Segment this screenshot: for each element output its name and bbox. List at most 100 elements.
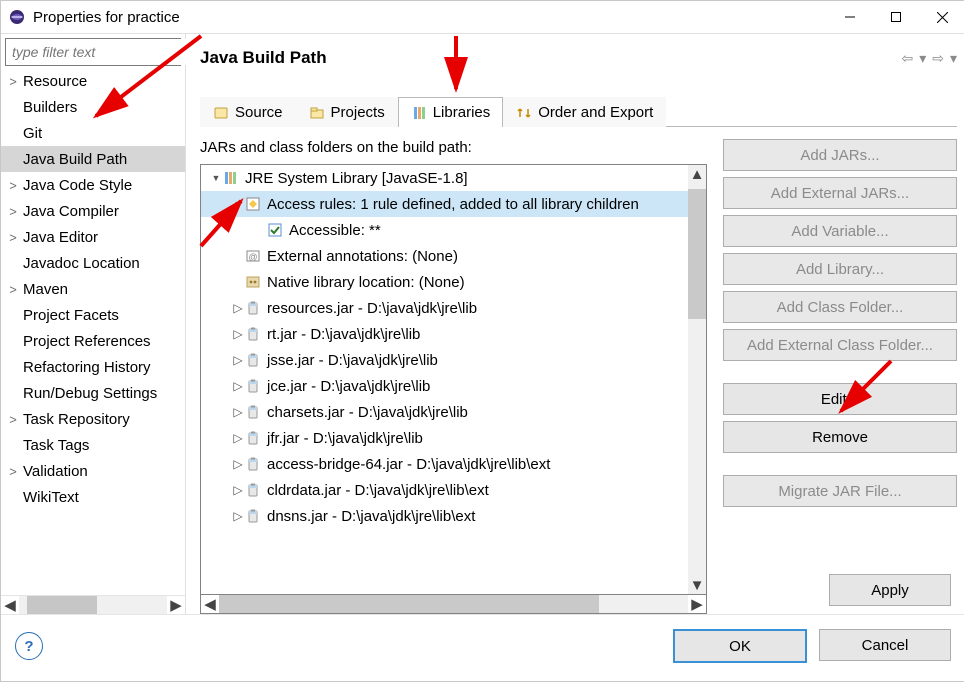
sidebar-item-label: Java Code Style [21, 177, 132, 194]
apply-button[interactable]: Apply [829, 574, 951, 606]
sidebar-item-label: Run/Debug Settings [21, 385, 157, 402]
tree-hscroll[interactable]: ◀ ▶ [200, 595, 707, 614]
ok-button[interactable]: OK [673, 629, 807, 663]
back-icon[interactable]: ⇦ [901, 50, 913, 67]
close-button[interactable] [919, 1, 964, 33]
scroll-up-icon[interactable]: ▲ [688, 165, 706, 183]
tree-caret-icon[interactable]: ▷ [231, 379, 245, 393]
hscroll-left-icon[interactable]: ◀ [201, 595, 219, 613]
hscroll-right-icon[interactable]: ▶ [688, 595, 706, 613]
jar-icon [245, 482, 261, 498]
sidebar-item-project-references[interactable]: Project References [1, 328, 185, 354]
scroll-right-icon[interactable]: ▶ [167, 596, 185, 614]
scroll-thumb[interactable] [27, 596, 97, 614]
tree-caret-icon[interactable]: ▷ [231, 301, 245, 315]
tree-row[interactable]: ▷jce.jar - D:\java\jdk\jre\lib [201, 373, 688, 399]
sidebar-item-java-code-style[interactable]: >Java Code Style [1, 172, 185, 198]
forward-menu-icon[interactable]: ▾ [950, 50, 957, 67]
tree-row[interactable]: ▷dnsns.jar - D:\java\jdk\jre\lib\ext [201, 503, 688, 529]
tree-row[interactable]: ▷ charsets.jar - D:\java\jdk\jre\lib [201, 399, 688, 425]
category-list[interactable]: >ResourceBuildersGitJava Build Path>Java… [1, 68, 185, 595]
jar-icon [245, 378, 261, 394]
tree-row-label: charsets.jar - D:\java\jdk\jre\lib [267, 404, 468, 421]
tab-source[interactable]: Source [200, 97, 296, 127]
tree-row[interactable]: ▼Access rules: 1 rule defined, added to … [201, 191, 688, 217]
filter-input[interactable] [6, 39, 192, 65]
add-external-class-folder-button[interactable]: Add External Class Folder... [723, 329, 957, 361]
expand-caret-icon: > [5, 74, 21, 89]
expand-caret-icon: > [5, 464, 21, 479]
sidebar-item-javadoc-location[interactable]: Javadoc Location [1, 250, 185, 276]
sidebar-item-label: Project References [21, 333, 151, 350]
order-and-export-tab-icon [516, 105, 532, 121]
classpath-tree[interactable]: ▼JRE System Library [JavaSE-1.8]▼Access … [201, 165, 688, 594]
tree-row[interactable]: ▷rt.jar - D:\java\jdk\jre\lib [201, 321, 688, 347]
sidebar-item-builders[interactable]: Builders [1, 94, 185, 120]
scroll-down-icon[interactable]: ▼ [688, 576, 706, 594]
sidebar-item-label: Java Build Path [21, 151, 127, 168]
sidebar-item-validation[interactable]: >Validation [1, 458, 185, 484]
tab-projects[interactable]: Projects [296, 97, 398, 127]
sidebar-item-java-compiler[interactable]: >Java Compiler [1, 198, 185, 224]
minimize-button[interactable] [827, 1, 873, 33]
sidebar-item-task-tags[interactable]: Task Tags [1, 432, 185, 458]
tree-caret-icon[interactable]: ▷ [231, 405, 245, 419]
add-variable-button[interactable]: Add Variable... [723, 215, 957, 247]
tree-caret-icon[interactable]: ▼ [231, 199, 245, 209]
tree-row[interactable]: ▷cldrdata.jar - D:\java\jdk\jre\lib\ext [201, 477, 688, 503]
add-class-folder-button[interactable]: Add Class Folder... [723, 291, 957, 323]
scroll-track[interactable] [19, 596, 167, 614]
tree-caret-icon[interactable]: ▷ [231, 457, 245, 471]
help-icon[interactable]: ? [15, 632, 43, 660]
tree-caret-icon[interactable]: ▷ [231, 353, 245, 367]
sidebar-item-run-debug-settings[interactable]: Run/Debug Settings [1, 380, 185, 406]
tree-row[interactable]: ▷jfr.jar - D:\java\jdk\jre\lib [201, 425, 688, 451]
jar-icon [245, 352, 261, 368]
sidebar-hscroll[interactable]: ◀ ▶ [1, 595, 185, 614]
jar-icon [245, 404, 261, 420]
sidebar-item-refactoring-history[interactable]: Refactoring History [1, 354, 185, 380]
access-icon [245, 196, 261, 212]
sidebar-item-git[interactable]: Git [1, 120, 185, 146]
remove-button[interactable]: Remove [723, 421, 957, 453]
add-jars-button[interactable]: Add JARs... [723, 139, 957, 171]
sidebar-item-java-editor[interactable]: >Java Editor [1, 224, 185, 250]
tab-order-and-export[interactable]: Order and Export [503, 97, 666, 127]
tree-vscroll[interactable]: ▲ ▼ [688, 165, 706, 594]
tree-row[interactable]: Accessible: ** [201, 217, 688, 243]
sidebar-item-task-repository[interactable]: >Task Repository [1, 406, 185, 432]
tree-caret-icon[interactable]: ▷ [231, 431, 245, 445]
sidebar-item-wikitext[interactable]: WikiText [1, 484, 185, 510]
tab-bar: SourceProjectsLibraries Order and Export [200, 96, 957, 127]
tree-row[interactable]: ▷jsse.jar - D:\java\jdk\jre\lib [201, 347, 688, 373]
tree-row[interactable]: @External annotations: (None) [201, 243, 688, 269]
forward-icon[interactable]: ⇨ [932, 50, 944, 67]
source-tab-icon [213, 105, 229, 121]
window-title: Properties for practice [33, 9, 827, 26]
tab-libraries[interactable]: Libraries [398, 97, 504, 127]
tree-row[interactable]: ▼JRE System Library [JavaSE-1.8] [201, 165, 688, 191]
edit-button[interactable]: Edit... [723, 383, 957, 415]
scroll-left-icon[interactable]: ◀ [1, 596, 19, 614]
migrate-jar-button[interactable]: Migrate JAR File... [723, 475, 957, 507]
sidebar-item-java-build-path[interactable]: Java Build Path [1, 146, 185, 172]
back-menu-icon[interactable]: ▾ [919, 50, 926, 67]
titlebar: Properties for practice [1, 1, 964, 34]
cancel-button[interactable]: Cancel [819, 629, 951, 661]
tree-row[interactable]: Native library location: (None) [201, 269, 688, 295]
vscroll-thumb[interactable] [688, 189, 706, 319]
tree-row[interactable]: ▷access-bridge-64.jar - D:\java\jdk\jre\… [201, 451, 688, 477]
add-external-jars-button[interactable]: Add External JARs... [723, 177, 957, 209]
sidebar-item-resource[interactable]: >Resource [1, 68, 185, 94]
hscroll-thumb[interactable] [219, 595, 599, 613]
tree-caret-icon[interactable]: ▼ [209, 173, 223, 183]
sidebar-item-maven[interactable]: >Maven [1, 276, 185, 302]
tree-caret-icon[interactable]: ▷ [231, 509, 245, 523]
sidebar-item-project-facets[interactable]: Project Facets [1, 302, 185, 328]
tree-caret-icon[interactable]: ▷ [231, 483, 245, 497]
add-library-button[interactable]: Add Library... [723, 253, 957, 285]
tree-caret-icon[interactable]: ▷ [231, 327, 245, 341]
tab-label: Order and Export [538, 104, 653, 121]
tree-row[interactable]: ▷resources.jar - D:\java\jdk\jre\lib [201, 295, 688, 321]
maximize-button[interactable] [873, 1, 919, 33]
